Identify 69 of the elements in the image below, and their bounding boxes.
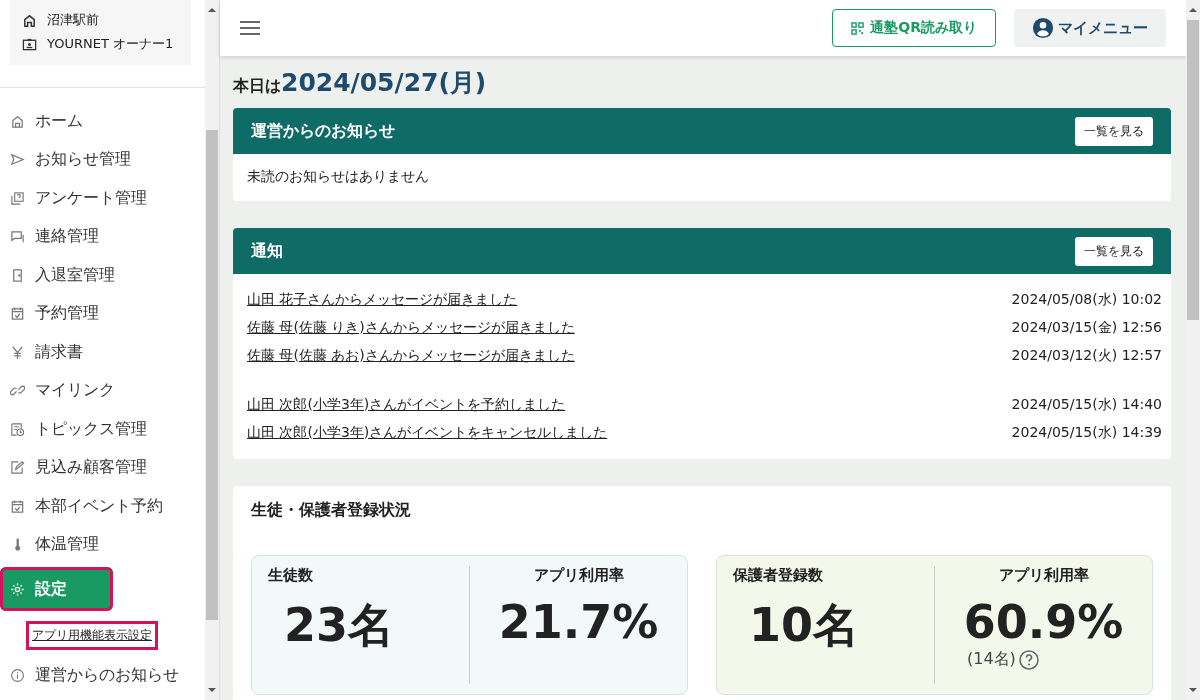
empty-message: 未読のお知らせはありません [247, 168, 429, 184]
account-icon [1032, 17, 1054, 39]
sidebar-item[interactable]: 設定 [0, 567, 113, 611]
qr-code-icon [851, 21, 865, 35]
menu-icon[interactable] [240, 21, 260, 35]
stat-value: 21.7% [498, 595, 659, 649]
info-icon [10, 667, 25, 683]
notification-link[interactable]: 佐藤 母(佐藤 あお)さんからメッセージが届きました [247, 347, 575, 365]
school-name: 沼津駅前 [47, 11, 99, 29]
home-icon [22, 12, 37, 28]
door-icon [10, 267, 25, 283]
notification-link[interactable]: 山田 花子さんからメッセージが届きました [247, 291, 518, 309]
stat-value: 10名 [748, 597, 860, 654]
stat-note: (14名) [967, 649, 1016, 670]
sidebar-item[interactable]: 連絡管理 [0, 217, 205, 256]
submenu-link[interactable]: アプリ用機能表示設定 [26, 621, 158, 650]
my-menu-button[interactable]: マイメニュー [1014, 9, 1166, 47]
scrollbar[interactable] [205, 0, 219, 700]
scroll-up-icon[interactable] [1189, 7, 1197, 13]
stat-label: 生徒数 [268, 566, 314, 585]
scroll-up-icon[interactable] [208, 7, 216, 13]
user-name: YOURNET オーナー1 [47, 35, 174, 53]
notification-time: 2024/05/08(水) 10:02 [1011, 291, 1162, 309]
qr-scan-button[interactable]: 通塾QR読み取り [832, 9, 996, 47]
panel-title: 通知 [251, 240, 283, 262]
calendar-icon [10, 306, 25, 322]
stat-value: 60.9% [963, 595, 1124, 649]
stat-label: 保護者登録数 [733, 566, 824, 585]
sidebar-item[interactable]: 見込み顧客管理 [0, 448, 205, 487]
help-icon[interactable] [1018, 649, 1039, 670]
view-all-button[interactable]: 一覧を見る [1075, 116, 1153, 146]
send-icon [10, 152, 25, 168]
sidebar-item[interactable]: 体温管理 [0, 525, 205, 564]
today-label: 本日は [233, 76, 281, 97]
stat-value: 23名 [283, 597, 395, 654]
notification-time: 2024/05/15(水) 14:40 [1011, 396, 1162, 414]
today-date: 2024/05/27(月) [281, 67, 487, 99]
topics-icon [10, 421, 25, 437]
stat-label: アプリ利用率 [998, 566, 1089, 585]
sidebar-item[interactable]: 運営からのお知らせ [0, 656, 205, 695]
sidebar-item[interactable]: 請求書 [0, 333, 205, 372]
sidebar-item[interactable]: 本部イベント予約 [0, 487, 205, 526]
sidebar-item[interactable]: お知らせ管理 [0, 140, 205, 179]
chat-icon [10, 229, 25, 245]
sidebar-item[interactable]: 予約管理 [0, 294, 205, 333]
notification-link[interactable]: 佐藤 母(佐藤 りき)さんからメッセージが届きました [247, 319, 575, 337]
yen-icon [10, 344, 25, 360]
scroll-down-icon[interactable] [208, 687, 216, 693]
prospect-icon [10, 460, 25, 476]
settings-icon [10, 581, 25, 597]
notification-link[interactable]: 山田 次郎(小学3年)さんがイベントを予約しました [247, 396, 566, 414]
sidebar-item[interactable]: 入退室管理 [0, 256, 205, 295]
sidebar-item[interactable]: ホーム [0, 102, 205, 141]
sidebar-item[interactable]: アンケート管理 [0, 179, 205, 218]
sidebar-item[interactable]: トピックス管理 [0, 410, 205, 449]
calendar-icon [10, 498, 25, 514]
notification-time: 2024/03/12(火) 12:57 [1011, 347, 1162, 365]
view-all-button[interactable]: 一覧を見る [1075, 236, 1153, 266]
stat-label: アプリ利用率 [533, 566, 624, 585]
notification-time: 2024/03/15(金) 12:56 [1011, 319, 1162, 337]
notification-time: 2024/05/15(水) 14:39 [1011, 424, 1162, 442]
sidebar-item[interactable]: マイリンク [0, 371, 205, 410]
notification-link[interactable]: 山田 次郎(小学3年)さんがイベントをキャンセルしました [247, 424, 608, 442]
home-icon [10, 113, 25, 129]
id-card-icon [22, 36, 37, 52]
scroll-down-icon[interactable] [1189, 687, 1197, 693]
panel-title: 運営からのお知らせ [251, 120, 395, 142]
survey-icon [10, 190, 25, 206]
section-title: 生徒・保護者登録状況 [251, 500, 412, 521]
